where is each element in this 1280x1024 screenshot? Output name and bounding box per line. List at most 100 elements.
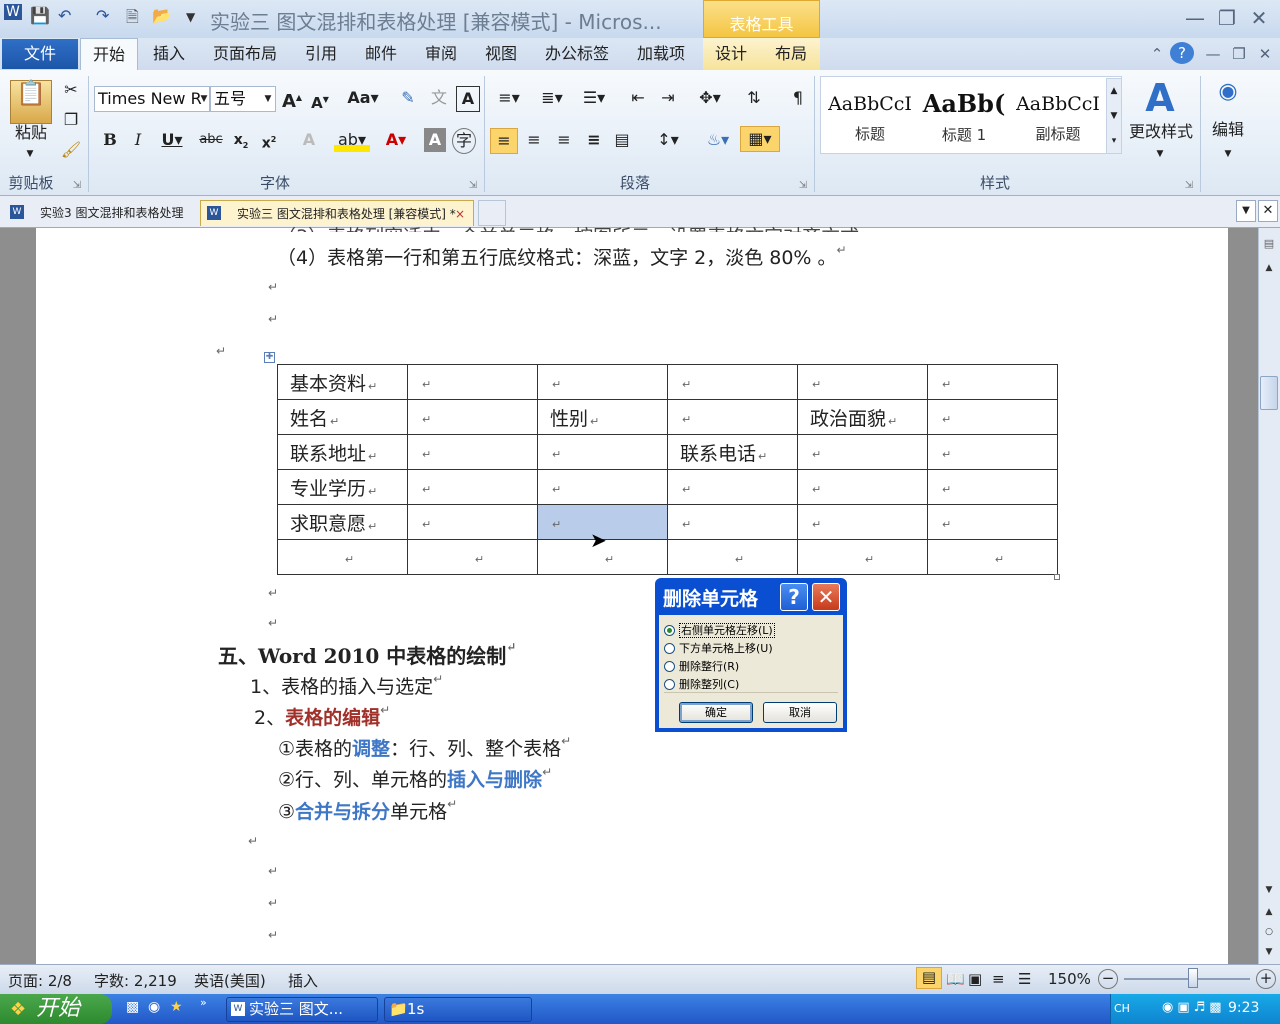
clipboard-launcher-icon[interactable]: ⇲	[70, 174, 84, 198]
zoom-in-icon[interactable]: +	[1256, 969, 1276, 989]
table-cell[interactable]: ↵	[927, 539, 1058, 575]
subscript-icon[interactable]: x2	[230, 128, 252, 158]
redo-icon[interactable]: ↷	[96, 6, 109, 25]
cut-icon[interactable]: ✂	[60, 78, 82, 102]
justify-icon[interactable]: ≡	[582, 128, 606, 152]
full-screen-reading-icon[interactable]: 📖	[946, 970, 965, 988]
table-cell[interactable]: 联系地址 ↵	[277, 434, 408, 470]
align-left-icon[interactable]: ≡	[490, 128, 518, 154]
quicklaunch-ie-icon[interactable]: ◉	[148, 999, 160, 1015]
font-name-dropdown-icon[interactable]: ▼	[198, 87, 210, 111]
quicklaunch-icon-1[interactable]: ▩	[126, 999, 139, 1015]
status-language[interactable]: 英语(美国)	[194, 970, 266, 991]
font-color-icon[interactable]: A▾	[378, 128, 414, 152]
tab-insert[interactable]: 插入	[146, 38, 192, 70]
style-subtitle[interactable]: AaBbCcI 副标题	[1011, 79, 1105, 151]
status-word-count[interactable]: 字数: 2,219	[94, 970, 177, 991]
scroll-down-icon[interactable]: ▼	[1261, 878, 1277, 902]
save-icon[interactable]: 💾	[30, 6, 50, 25]
table-cell[interactable]: ↵	[407, 469, 538, 505]
table-move-handle-icon[interactable]: ✚	[264, 352, 275, 363]
borders-icon[interactable]: ▦▾	[740, 126, 780, 152]
table-cell[interactable]: ↵	[797, 504, 928, 540]
strikethrough-icon[interactable]: abc	[198, 128, 224, 152]
web-layout-icon[interactable]: ▣	[968, 970, 982, 988]
distributed-icon[interactable]: ▤	[610, 128, 634, 152]
table-cell[interactable]: ↵	[667, 364, 798, 400]
scroll-up-icon[interactable]: ▲	[1261, 256, 1277, 280]
table-cell[interactable]: 姓名 ↵	[277, 399, 408, 435]
line-spacing-icon[interactable]: ↕▾	[650, 128, 686, 152]
shrink-font-icon[interactable]: A▼	[308, 88, 332, 115]
help-icon[interactable]: ?	[1170, 42, 1194, 64]
table-cell[interactable]: ↵	[797, 434, 928, 470]
find-binoculars-icon[interactable]: ◉	[1214, 80, 1242, 116]
change-styles-icon[interactable]: A	[1136, 76, 1184, 120]
paste-icon[interactable]: 📋	[10, 80, 52, 124]
enclose-characters-icon[interactable]: 字	[452, 128, 476, 154]
editing-dropdown-icon[interactable]: ▼	[1218, 142, 1238, 166]
phonetic-guide-icon[interactable]: 文	[426, 86, 452, 110]
restore-icon[interactable]: ❐	[1214, 6, 1240, 30]
grow-font-icon[interactable]: A▲	[280, 86, 304, 114]
tab-review[interactable]: 审阅	[418, 38, 464, 70]
zoom-level[interactable]: 150%	[1048, 970, 1091, 988]
tray-icons[interactable]: ◉▣♬▩	[1162, 1000, 1226, 1015]
tab-page-layout[interactable]: 页面布局	[206, 38, 284, 70]
zoom-slider-track[interactable]	[1124, 978, 1250, 980]
table-cell[interactable]: ↵	[667, 469, 798, 505]
ruler-toggle-icon[interactable]: ▤	[1261, 232, 1277, 256]
doc-restore-icon[interactable]: ❐	[1226, 42, 1252, 66]
table-cell[interactable]: ↵	[797, 364, 928, 400]
table-cell[interactable]: ↵	[927, 504, 1058, 540]
status-insert-mode[interactable]: 插入	[288, 970, 318, 991]
character-shading-icon[interactable]: A	[424, 128, 446, 152]
table-cell[interactable]: ↵	[667, 399, 798, 435]
table-resize-handle[interactable]	[1054, 574, 1060, 580]
table-cell[interactable]: ↵	[667, 504, 798, 540]
minimize-icon[interactable]: —	[1182, 6, 1208, 30]
table-cell[interactable]: ↵	[797, 469, 928, 505]
increase-indent-icon[interactable]: ⇥	[656, 86, 680, 110]
change-styles-dropdown-icon[interactable]: ▼	[1150, 142, 1170, 166]
align-right-icon[interactable]: ≡	[552, 128, 576, 152]
document-page[interactable]	[36, 228, 1228, 964]
new-document-icon[interactable]: 🗎	[126, 6, 139, 33]
option-delete-row[interactable]: 删除整行(R)	[664, 658, 739, 674]
tab-mailings[interactable]: 邮件	[358, 38, 404, 70]
table-cell[interactable]: ↵	[927, 434, 1058, 470]
tab-table-design[interactable]: 设计	[708, 38, 754, 70]
numbering-icon[interactable]: ≣▾	[534, 86, 570, 110]
zoom-out-icon[interactable]: −	[1098, 969, 1118, 989]
table-cell[interactable]: 性别 ↵	[537, 399, 668, 435]
doc-close-icon[interactable]: ✕	[1252, 42, 1278, 66]
tab-view[interactable]: 视图	[478, 38, 524, 70]
taskbar-word-button[interactable]: W 实验三 图文...	[226, 997, 378, 1022]
table-cell[interactable]: ↵	[407, 504, 538, 540]
editing-button[interactable]: 编辑	[1206, 118, 1250, 142]
undo-icon[interactable]: ↶	[58, 6, 71, 25]
option-shift-up[interactable]: 下方单元格上移(U)	[664, 640, 773, 656]
next-page-icon[interactable]: ▼	[1261, 940, 1277, 964]
paragraph-launcher-icon[interactable]: ⇲	[796, 174, 810, 198]
copy-icon[interactable]: ❐	[60, 108, 82, 132]
option-delete-column[interactable]: 删除整列(C)	[664, 676, 739, 692]
underline-icon[interactable]: U▾	[156, 128, 188, 152]
dialog-close-icon[interactable]: ✕	[812, 583, 840, 611]
superscript-icon[interactable]: x2	[258, 128, 280, 156]
open-folder-icon[interactable]: 📂	[152, 6, 172, 25]
dialog-help-button[interactable]: ?	[780, 583, 808, 611]
font-name-combo[interactable]: Times New R	[94, 86, 210, 112]
bold-icon[interactable]: B	[100, 128, 120, 152]
table-cell[interactable]: ↵	[537, 469, 668, 505]
ime-indicator[interactable]: CH	[1114, 1002, 1130, 1015]
cancel-button[interactable]: 取消	[763, 702, 837, 723]
doc-minimize-icon[interactable]: —	[1200, 42, 1226, 66]
tab-file[interactable]: 文件	[2, 39, 78, 69]
quicklaunch-more-icon[interactable]: »	[200, 996, 207, 1009]
highlight-color-icon[interactable]: ab▾	[334, 128, 370, 152]
italic-icon[interactable]: I	[128, 128, 148, 152]
table-cell[interactable]: ↵	[407, 399, 538, 435]
table-cell[interactable]: ↵	[927, 364, 1058, 400]
style-heading-1[interactable]: AaBb( 标题 1	[917, 79, 1011, 151]
